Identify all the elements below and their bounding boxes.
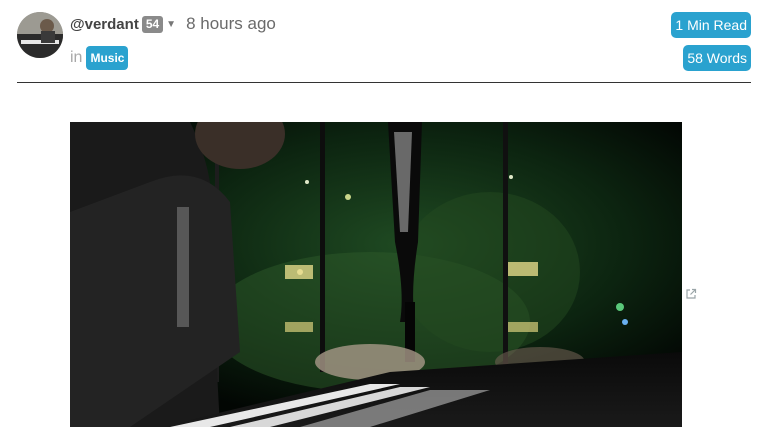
username-link[interactable]: @verdant: [70, 16, 139, 33]
author-line: @verdant 54 ▼ 8 hours ago: [70, 12, 276, 36]
reputation-badge: 54: [141, 15, 164, 33]
category-prefix: in: [70, 49, 83, 66]
embedded-video[interactable]: [70, 122, 682, 427]
word-count-badge: 58 Words: [683, 45, 751, 71]
header-divider: [17, 82, 751, 83]
read-time-badge: 1 Min Read: [671, 12, 751, 38]
chevron-down-icon[interactable]: ▼: [166, 19, 176, 30]
avatar[interactable]: [17, 12, 63, 58]
category-line: in Music: [70, 45, 129, 71]
category-tag[interactable]: Music: [86, 46, 129, 70]
post-timestamp[interactable]: 8 hours ago: [186, 14, 276, 34]
external-link-icon[interactable]: [685, 287, 697, 299]
